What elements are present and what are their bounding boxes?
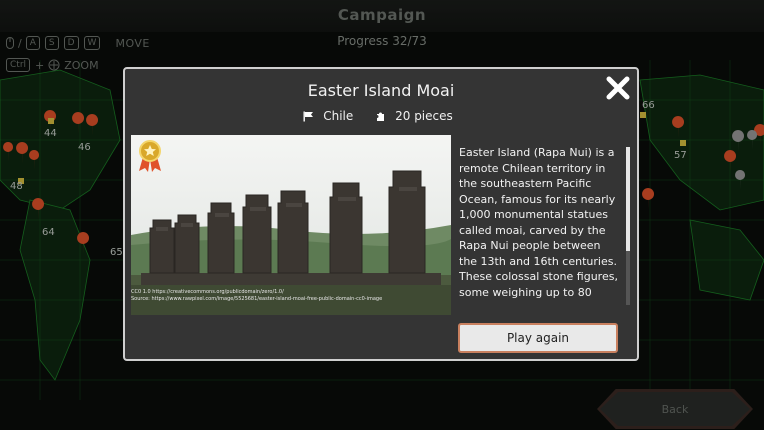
play-again-button[interactable]: Play again <box>458 323 618 353</box>
location-photo <box>131 135 451 315</box>
image-credit: CC0 1.0 https://creativecommons.org/publ… <box>131 289 447 303</box>
flag-icon <box>303 111 314 121</box>
country-info: Chile <box>303 109 359 123</box>
close-icon <box>606 76 630 100</box>
achievement-ribbon-icon <box>139 140 161 172</box>
description-text[interactable]: Easter Island (Rapa Nui) is a remote Chi… <box>459 145 621 303</box>
location-dialog: Easter Island Moai Chile 20 pieces CC0 1… <box>123 67 639 361</box>
scroll-thumb[interactable] <box>626 147 630 252</box>
pieces-count: 20 pieces <box>395 109 453 123</box>
pieces-info: 20 pieces <box>375 109 459 123</box>
image-source: Source: https://www.rawpixel.com/image/5… <box>131 296 383 302</box>
dialog-title: Easter Island Moai <box>307 81 455 100</box>
dialog-meta: Chile 20 pieces <box>125 109 637 125</box>
country-name: Chile <box>323 109 354 123</box>
close-button[interactable] <box>603 73 633 103</box>
image-license: CC0 1.0 https://creativecommons.org/publ… <box>131 289 284 295</box>
puzzle-piece-icon <box>377 112 385 121</box>
moai-image <box>131 135 451 315</box>
description-scrollbar[interactable] <box>626 147 630 305</box>
